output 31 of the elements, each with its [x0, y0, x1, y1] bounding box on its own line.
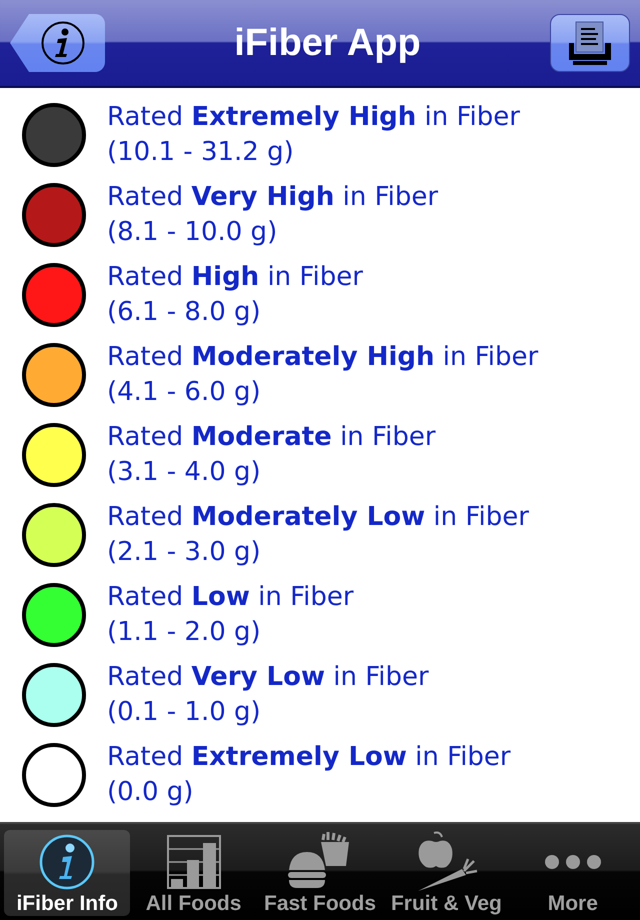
rating-label: Rated Moderate in Fiber	[107, 421, 436, 454]
rating-label: Rated Very Low in Fiber	[107, 661, 429, 694]
fiber-range-text: (0.1 - 1.0 g)	[107, 696, 262, 729]
window-title: iFiber App	[234, 24, 421, 62]
more-dots-icon	[544, 854, 601, 868]
printer-icon	[568, 21, 611, 65]
fiber-range-text: (0.0 g)	[107, 776, 194, 809]
info-back-button[interactable]	[10, 14, 105, 72]
info-icon	[39, 834, 96, 890]
rating-label: Rated Moderately Low in Fiber	[107, 501, 529, 534]
tab[interactable]: All Foods	[130, 830, 257, 916]
bar-chart-icon	[166, 834, 222, 890]
tab[interactable]: iFiber Info	[4, 830, 130, 916]
fiber-range-text: (6.1 - 8.0 g)	[107, 296, 262, 329]
rating-label: Rated Extremely High in Fiber	[107, 101, 520, 134]
rating-label: Rated High in Fiber	[107, 261, 363, 294]
fiber-range-text: (10.1 - 31.2 g)	[107, 136, 295, 169]
rating-label: Rated Moderately High in Fiber	[107, 341, 538, 374]
rating-label: Rated Extremely Low in Fiber	[107, 741, 511, 774]
fiber-range-text: (4.1 - 6.0 g)	[107, 376, 262, 409]
fiber-range-text: (8.1 - 10.0 g)	[107, 216, 278, 249]
tab[interactable]: Fruit & Veg	[383, 830, 510, 916]
info-icon	[41, 21, 85, 65]
fiber-range-text: (1.1 - 2.0 g)	[107, 616, 262, 649]
print-button[interactable]	[550, 14, 630, 72]
rating-label: Rated Very High in Fiber	[107, 181, 438, 214]
tab[interactable]: Fast Foods	[256, 830, 384, 916]
fiber-range-text: (2.1 - 3.0 g)	[107, 536, 262, 569]
rating-label: Rated Low in Fiber	[107, 581, 354, 614]
tab[interactable]: More	[510, 830, 636, 916]
fiber-range-text: (3.1 - 4.0 g)	[107, 456, 262, 489]
